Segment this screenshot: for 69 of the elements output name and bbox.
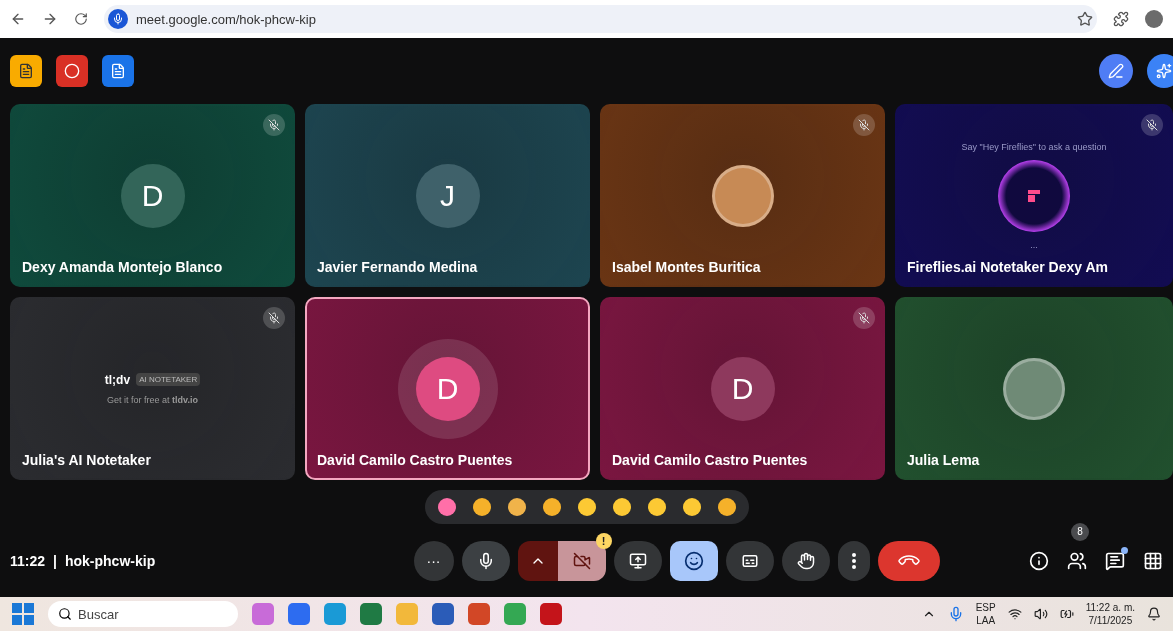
participant-name: David Camilo Castro Puentes [612, 452, 808, 468]
present-screen-button[interactable] [613, 540, 662, 581]
record-icon[interactable] [56, 55, 88, 87]
participant-name: Dexy Amanda Montejo Blanco [22, 259, 223, 275]
extensions-icon[interactable] [1113, 11, 1129, 27]
raise-hand-button[interactable] [781, 540, 830, 581]
avatar-circle: J [415, 163, 480, 228]
pen-icon[interactable] [1099, 54, 1133, 88]
avatar-circle: D [120, 163, 185, 228]
taskbar-app-icon[interactable] [540, 603, 562, 625]
app-icon[interactable] [10, 55, 42, 87]
participant-name: Isabel Montes Buritica [612, 259, 761, 275]
battery-icon[interactable] [1059, 607, 1074, 621]
more-options-button[interactable]: ··· [413, 540, 454, 581]
present-screen-icon [628, 551, 647, 570]
profile-avatar[interactable] [1145, 10, 1163, 28]
logo-tag: AI NOTETAKER [136, 373, 201, 386]
taskbar-app-icon[interactable] [432, 603, 454, 625]
hand-icon [796, 551, 815, 570]
people-icon[interactable] [1067, 550, 1087, 571]
assistant-caption: Say "Hey Fireflies" to ask a question [961, 141, 1107, 152]
notes-icon[interactable] [102, 55, 134, 87]
avatar-circle: D [710, 356, 775, 421]
separator: | [53, 552, 57, 569]
back-icon[interactable] [10, 11, 26, 27]
participant-name: Javier Fernando Medina [317, 259, 478, 275]
search-field[interactable]: Buscar [48, 601, 238, 627]
reactions-button[interactable] [669, 540, 718, 581]
people-count-badge: 8 [1071, 522, 1089, 541]
reload-icon[interactable] [74, 12, 88, 26]
logo-text: tl;dv [104, 372, 131, 387]
taskbar-app-icon[interactable] [324, 603, 346, 625]
notification-dot [1121, 546, 1128, 554]
participant-name: Fireflies.ai Notetaker Dexy Am [907, 259, 1108, 275]
more-button[interactable] [837, 540, 870, 581]
info-icon[interactable] [1029, 550, 1049, 571]
taskbar-app-icon[interactable] [360, 603, 382, 625]
ellipsis-text: ... [1030, 239, 1038, 250]
participant-name: David Camilo Castro Puentes [317, 452, 513, 468]
smile-icon [683, 550, 704, 571]
wifi-icon[interactable] [1007, 607, 1022, 621]
taskbar-app-icon[interactable] [468, 603, 490, 625]
taskbar-app-icon[interactable] [288, 603, 310, 625]
address-bar[interactable]: meet.google.com/hok-phcw-kip [104, 5, 1097, 33]
participant-name: Julia Lema [907, 452, 980, 468]
chat-icon[interactable] [1105, 550, 1125, 571]
more-vertical-icon [851, 552, 856, 569]
promo-text: Get it for free at tldv.io [107, 394, 198, 405]
search-icon [58, 607, 72, 621]
meeting-code: hok-phcw-kip [64, 552, 156, 569]
notification-bell-icon[interactable] [1147, 607, 1161, 621]
captions-button[interactable] [725, 540, 774, 581]
avatar-circle: D [415, 356, 480, 421]
volume-icon[interactable] [1033, 607, 1048, 621]
camera-off-icon [572, 551, 591, 570]
participant-name: Julia's AI Notetaker [22, 452, 151, 468]
microphone-button[interactable] [461, 540, 510, 581]
warning-badge: ! [595, 532, 612, 549]
sparkle-icon[interactable] [1147, 54, 1173, 88]
meeting-time: 11:22 [10, 552, 46, 569]
language-indicator[interactable]: ESP LAA [975, 601, 996, 627]
clock[interactable]: 11:22 a. m. 7/11/2025 [1085, 601, 1135, 627]
star-icon[interactable] [1077, 11, 1093, 27]
apps-grid-icon[interactable] [1143, 550, 1163, 571]
leave-call-button[interactable] [877, 540, 940, 581]
taskbar-app-icon[interactable] [252, 603, 274, 625]
forward-icon[interactable] [42, 11, 58, 27]
windows-start-icon[interactable] [12, 603, 34, 625]
microphone-icon [108, 9, 128, 29]
